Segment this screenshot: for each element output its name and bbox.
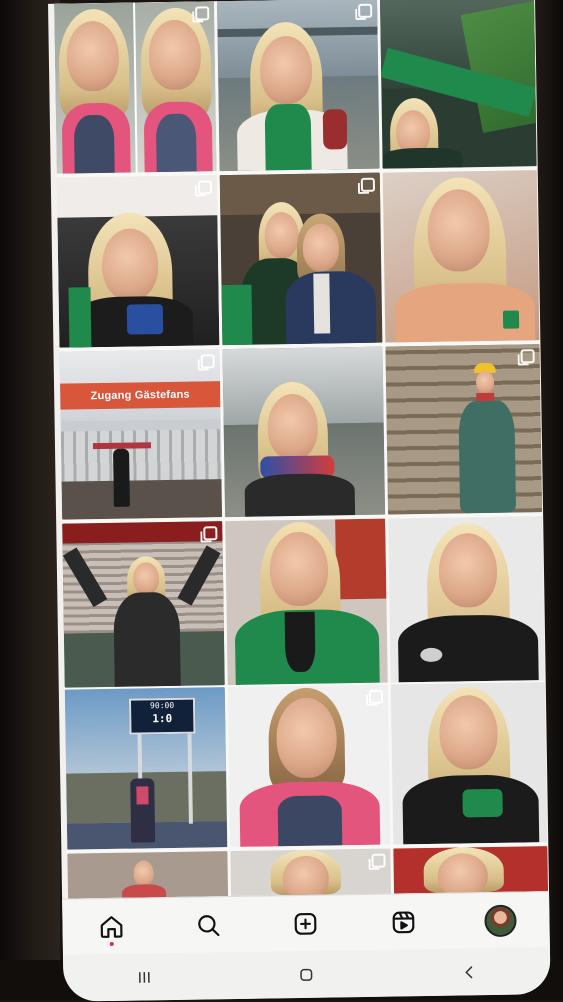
recents-icon: [139, 971, 150, 983]
profile-post-grid: Zugang Gästefans 90:00 1:0: [54, 0, 549, 899]
post-partial-1[interactable]: [67, 851, 229, 899]
home-button[interactable]: [282, 959, 332, 990]
post-partial-2[interactable]: [230, 848, 392, 897]
multiple-photos-icon: [203, 526, 218, 541]
post-selfie-sports-top[interactable]: [227, 684, 391, 848]
post-group-fans[interactable]: [219, 172, 383, 346]
bottom-tab-bar: [62, 891, 550, 956]
scoreboard: 90:00 1:0: [128, 697, 196, 735]
multiple-photos-icon: [197, 180, 213, 195]
reels-tab[interactable]: [381, 900, 426, 945]
multiple-photos-icon: [360, 177, 376, 192]
system-navigation-bar: [62, 947, 551, 1002]
back-button[interactable]: [444, 956, 494, 987]
post-selfie-riverside-scarf[interactable]: [222, 346, 386, 518]
reels-icon: [392, 911, 415, 934]
post-guest-entrance[interactable]: Zugang Gästefans: [59, 349, 223, 520]
recents-button[interactable]: [119, 962, 169, 993]
post-stadium-arms-up[interactable]: [62, 521, 225, 688]
post-hardhat-tour[interactable]: [385, 344, 543, 515]
multiple-photos-icon: [520, 349, 535, 364]
multiple-photos-icon: [368, 689, 384, 704]
multiple-photos-icon: [358, 3, 373, 18]
search-tab[interactable]: [186, 903, 231, 948]
post-selfie-green-hoodie[interactable]: [225, 518, 388, 686]
post-selfie-black-shirt[interactable]: [388, 516, 545, 683]
scoreboard-time: 90:00: [149, 700, 175, 711]
post-selfie-jersey-shirt[interactable]: [390, 682, 548, 845]
phone-screen: Zugang Gästefans 90:00 1:0: [48, 0, 551, 1002]
post-selfie-crowd[interactable]: [56, 175, 220, 348]
multiple-photos-icon: [371, 853, 386, 868]
profile-tab[interactable]: [478, 898, 523, 943]
post-partial-3[interactable]: [393, 846, 549, 894]
post-selfie-stadium-split[interactable]: [54, 1, 217, 174]
home-icon: [100, 916, 123, 938]
add-square-icon: [295, 912, 317, 935]
scoreboard-score: 1:0: [152, 711, 173, 726]
create-tab[interactable]: [284, 902, 329, 947]
post-scoreboard[interactable]: 90:00 1:0: [64, 687, 228, 850]
post-selfie-river-bridge[interactable]: [217, 0, 380, 172]
search-icon: [198, 915, 220, 937]
multiple-photos-icon: [200, 354, 215, 369]
post-selfie-stands-scarf[interactable]: [379, 0, 537, 169]
notification-dot: [109, 941, 114, 946]
multiple-photos-icon: [195, 6, 210, 21]
post-selfie-orange-wall[interactable]: [382, 170, 540, 343]
entrance-sign: Zugang Gästefans: [59, 381, 221, 410]
home-pill-icon: [300, 968, 313, 981]
back-chevron-icon: [465, 965, 473, 978]
home-tab[interactable]: [89, 905, 134, 950]
avatar: [484, 904, 517, 938]
